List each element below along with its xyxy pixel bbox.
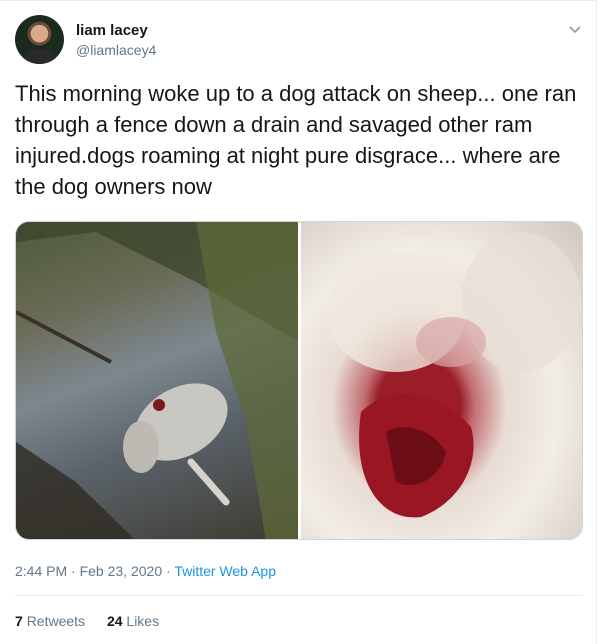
retweets-stat[interactable]: 7 Retweets <box>15 613 85 629</box>
separator: · <box>67 563 80 579</box>
likes-count: 24 <box>106 613 123 629</box>
engagement-stats: 7 Retweets 24 Likes <box>15 613 177 629</box>
tweet-time[interactable]: 2:44 PM <box>15 563 67 579</box>
tweet-date[interactable]: Feb 23, 2020 <box>80 563 163 579</box>
display-name[interactable]: liam lacey <box>76 22 148 39</box>
photo-dead-sheep-in-stream[interactable] <box>16 222 298 539</box>
tweet-source-link[interactable]: Twitter Web App <box>174 563 276 579</box>
tweet-card: liam lacey @liamlacey4 This morning woke… <box>0 0 597 644</box>
chevron-down-icon[interactable] <box>567 21 583 37</box>
tweet-text: This morning woke up to a dog attack on … <box>15 81 577 199</box>
likes-label: Likes <box>126 613 160 629</box>
tweet-metadata: 2:44 PM · Feb 23, 2020 · Twitter Web App <box>15 563 276 579</box>
divider <box>15 595 583 596</box>
avatar[interactable] <box>15 15 64 64</box>
retweets-count: 7 <box>15 613 23 629</box>
user-handle[interactable]: @liamlacey4 <box>76 42 156 58</box>
media-grid <box>15 221 583 540</box>
likes-stat[interactable]: 24 Likes <box>107 613 159 629</box>
photo-wounded-ram-closeup[interactable] <box>300 222 582 539</box>
retweets-label: Retweets <box>26 613 86 629</box>
separator: · <box>162 563 175 579</box>
